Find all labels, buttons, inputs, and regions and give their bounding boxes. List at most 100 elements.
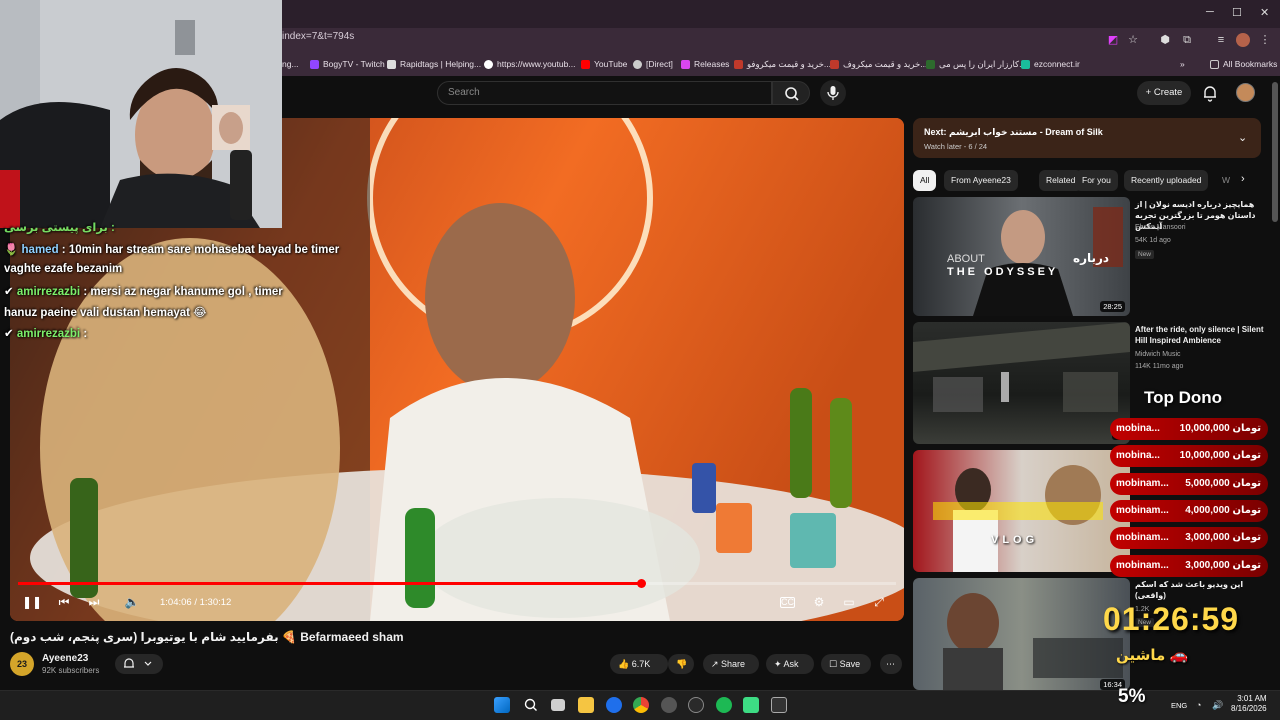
- recommended-thumbnail[interactable]: 2:0: [913, 322, 1130, 444]
- bookmark-item[interactable]: YouTube: [581, 59, 627, 69]
- bookmark-star-icon[interactable]: ☆: [1126, 33, 1140, 47]
- bookmark-item[interactable]: ng...: [282, 59, 299, 69]
- thumb-text: درباره: [1073, 251, 1110, 265]
- search-input[interactable]: Search: [437, 81, 772, 105]
- settings-gear-icon[interactable]: ⚙: [811, 594, 827, 610]
- extension-icon[interactable]: ◩: [1106, 33, 1120, 47]
- bookmark-item[interactable]: خرید و قیمت میکروف...: [830, 59, 927, 70]
- create-button[interactable]: + Create: [1137, 81, 1191, 105]
- recommended-channel[interactable]: Ehsan Mansoori: [1135, 224, 1186, 231]
- browser-menu-icon[interactable]: ⋮: [1258, 33, 1272, 47]
- bookmark-item[interactable]: BogyTV - Twitch: [310, 59, 385, 69]
- chat-message: 🌷 hamed : 10min har stream sare mohaseba…: [4, 242, 339, 256]
- bookmark-item[interactable]: کارزار ایران را پس می...: [926, 59, 1026, 70]
- bookmark-item[interactable]: Rapidtags | Helping...: [387, 59, 481, 69]
- bookmarks-overflow-icon[interactable]: »: [1180, 59, 1185, 69]
- captions-icon[interactable]: CC: [780, 597, 795, 608]
- all-bookmarks[interactable]: All Bookmarks: [1210, 59, 1277, 69]
- previous-icon[interactable]: ⏮: [56, 594, 72, 610]
- currency: تومان: [1232, 423, 1261, 434]
- volume-icon[interactable]: 🔈: [124, 594, 140, 610]
- chevron-down-icon[interactable]: ⌄: [1238, 131, 1247, 144]
- terminal-icon[interactable]: [771, 697, 787, 713]
- chat-badge-icon: 🌷: [4, 244, 19, 256]
- chat-message: برای پیستی برسی :: [4, 222, 115, 234]
- windows-start-icon[interactable]: [494, 697, 510, 713]
- currency: تومان: [1232, 505, 1261, 516]
- extensions-badge-icon[interactable]: ⬢: [1158, 33, 1172, 47]
- save-button[interactable]: ☐ Save: [821, 654, 871, 674]
- recommended-thumbnail[interactable]: ABOUT درباره THE ODYSSEY 28:25: [913, 197, 1130, 316]
- fullscreen-icon[interactable]: ⤢: [871, 594, 887, 610]
- chip-for-you[interactable]: For you: [1075, 170, 1118, 191]
- speaker-icon[interactable]: 🔊: [1212, 700, 1223, 711]
- chip-from-channel[interactable]: From Ayeene23: [944, 170, 1018, 191]
- obs-icon[interactable]: [661, 697, 677, 713]
- notifications-button[interactable]: [1200, 83, 1220, 103]
- bookmark-item[interactable]: خرید و قیمت میکروفو...: [734, 59, 831, 70]
- page-scrollbar[interactable]: [1272, 82, 1278, 222]
- recommended-meta: 54K 1d ago: [1135, 237, 1171, 244]
- dislike-button[interactable]: 👎: [668, 654, 694, 674]
- playlist-panel[interactable]: [913, 118, 1261, 158]
- address-bar-url[interactable]: index=7&t=794s: [282, 31, 354, 42]
- language-indicator[interactable]: ENG: [1171, 701, 1187, 710]
- tab-search-icon[interactable]: ≡: [1214, 33, 1228, 47]
- youtube-icon: [581, 59, 590, 69]
- bookmark-item[interactable]: https://www.youtub...: [484, 59, 575, 69]
- recommended-channel[interactable]: Midwich Music: [1135, 351, 1181, 358]
- channel-avatar[interactable]: 23: [10, 652, 34, 676]
- screen: ─ ☐ ✕ index=7&t=794s ◩ ☆ ⬢ ⧉ ≡ ⋮ ng... B…: [0, 0, 1280, 720]
- donation-row: mobinam... تومان 3,000,000: [1110, 527, 1268, 549]
- playlist-next-title[interactable]: Next: مستند خواب ابریشم - Dream of Silk: [924, 127, 1103, 138]
- close-window-icon[interactable]: ✕: [1260, 6, 1269, 19]
- donation-amount: 4,000,000: [1185, 505, 1230, 516]
- wifi-icon[interactable]: ◔: [1196, 700, 1201, 710]
- taskbar-search-icon[interactable]: [523, 697, 539, 713]
- search-button[interactable]: [772, 81, 810, 105]
- recommended-thumbnail[interactable]: 16:34: [913, 578, 1130, 690]
- chip-all[interactable]: All: [913, 170, 937, 191]
- bookmark-item[interactable]: ezconnect.ir: [1021, 59, 1080, 69]
- next-icon[interactable]: ⏭: [86, 594, 102, 610]
- sparkle-icon: ✦: [774, 659, 784, 669]
- task-view-icon[interactable]: [551, 699, 565, 711]
- thumb-text: ABOUT: [947, 253, 985, 265]
- recommended-title[interactable]: این ویدیو باعث شد که اسکم (واقعی): [1135, 579, 1265, 601]
- spotify-icon[interactable]: [716, 697, 732, 713]
- subscribed-button[interactable]: [115, 654, 163, 674]
- account-avatar[interactable]: [1236, 83, 1255, 102]
- video-title: (سری پنجم، شب دوم) بفرمایید شام با یوتیو…: [10, 630, 404, 644]
- file-explorer-icon[interactable]: [578, 697, 594, 713]
- recommended-thumbnail[interactable]: VLOG: [913, 450, 1130, 572]
- system-clock[interactable]: 3:01 AM 8/16/2026: [1231, 694, 1267, 714]
- share-label: Share: [721, 659, 746, 669]
- share-button[interactable]: ↗ Share: [703, 654, 759, 674]
- pause-icon[interactable]: ❚❚: [22, 594, 42, 610]
- voice-search-button[interactable]: [820, 80, 846, 106]
- chip-recently-uploaded[interactable]: Recently uploaded: [1124, 170, 1209, 191]
- chat-username: amirrezazbi: [16, 286, 81, 298]
- miniplayer-icon[interactable]: ▭: [841, 594, 857, 610]
- recommended-title[interactable]: After the ride, only silence | Silent Hi…: [1135, 324, 1265, 346]
- app-icon[interactable]: [606, 697, 622, 713]
- video-duration: 28:25: [1100, 301, 1125, 312]
- app-icon[interactable]: [743, 697, 759, 713]
- maximize-icon[interactable]: ☐: [1232, 6, 1242, 19]
- bell-icon: [124, 658, 152, 668]
- bookmark-item[interactable]: [Direct]: [633, 59, 673, 69]
- puzzle-icon[interactable]: ⧉: [1180, 33, 1194, 47]
- more-actions-button[interactable]: ⋯: [880, 654, 902, 674]
- chip-overflow[interactable]: W: [1215, 170, 1237, 191]
- minimize-icon[interactable]: ─: [1206, 6, 1214, 18]
- app-icon[interactable]: [688, 697, 704, 713]
- like-button[interactable]: 👍 6.7K: [610, 654, 668, 674]
- profile-icon[interactable]: [1236, 33, 1250, 47]
- ask-button[interactable]: ✦ Ask: [766, 654, 814, 674]
- chat-message: ✔ amirrezazbi : mersi az negar khanume g…: [4, 284, 283, 298]
- channel-name[interactable]: Ayeene23: [42, 653, 88, 664]
- bookmark-item[interactable]: Releases: [681, 59, 729, 69]
- chevron-right-icon[interactable]: ›: [1241, 173, 1245, 185]
- chrome-icon[interactable]: [633, 697, 649, 713]
- playlist-progress: Watch later - 6 / 24: [924, 142, 988, 151]
